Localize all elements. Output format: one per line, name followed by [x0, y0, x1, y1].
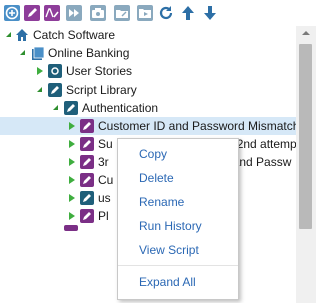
tree-node-label: Su — [98, 137, 113, 151]
expander-closed-icon[interactable] — [69, 122, 75, 130]
arrow-down-icon[interactable] — [202, 5, 218, 21]
rename-text-icon[interactable] — [44, 5, 60, 21]
expander-closed-icon[interactable] — [69, 194, 75, 202]
expander-closed-icon[interactable] — [69, 212, 75, 220]
tree-node-label: Cu — [98, 173, 114, 187]
menu-item-rename[interactable]: Rename — [139, 195, 184, 209]
toolbar — [0, 0, 316, 26]
tree-node-label: Script Library — [66, 83, 137, 97]
edit-pencil-icon[interactable] — [24, 5, 40, 21]
tree-node-label: us — [98, 191, 111, 205]
context-menu: Copy Delete Rename Run History View Scri… — [117, 138, 239, 300]
menu-item-view-script[interactable]: View Script — [139, 243, 199, 257]
menu-item-expand-all[interactable]: Expand All — [139, 275, 196, 289]
expander-closed-icon[interactable] — [69, 176, 75, 184]
script-folder-icon — [64, 101, 78, 115]
scroll-up-arrow-icon[interactable] — [296, 26, 316, 40]
story-folder-icon — [48, 64, 62, 78]
script-pencil-icon — [80, 119, 94, 133]
tree-node-label: Authentication — [82, 101, 159, 115]
script-pencil-icon — [80, 191, 94, 205]
expander-closed-icon[interactable] — [37, 67, 43, 75]
fast-forward-icon[interactable] — [66, 5, 82, 21]
script-folder-icon — [48, 83, 62, 97]
folder-play-icon[interactable] — [137, 5, 153, 21]
script-pencil-icon — [80, 209, 94, 223]
tree-node-user-stories[interactable]: User Stories — [0, 62, 296, 80]
camera-icon[interactable] — [90, 5, 106, 21]
tree-node-label: Pl — [98, 209, 109, 223]
tree-node-script-library[interactable]: Script Library — [0, 81, 296, 99]
tree-node-authentication[interactable]: Authentication — [0, 99, 296, 117]
expander-open-icon[interactable] — [20, 50, 25, 55]
expander-closed-icon[interactable] — [69, 158, 75, 166]
tree-node-label: User Stories — [66, 64, 133, 78]
tree-node-catch-software[interactable]: Catch Software — [0, 26, 296, 44]
expander-open-icon[interactable] — [6, 32, 11, 37]
arrow-up-icon[interactable] — [180, 5, 196, 21]
add-circle-icon[interactable] — [4, 5, 20, 21]
project-icon — [31, 46, 45, 60]
script-pencil-icon — [80, 173, 94, 187]
script-pencil-icon — [80, 155, 94, 169]
menu-item-run-history[interactable]: Run History — [139, 219, 202, 233]
scrollbar-thumb[interactable] — [299, 44, 312, 229]
tree-node-script-selected[interactable]: Customer ID and Password Mismatched — [0, 117, 296, 135]
menu-separator — [118, 265, 238, 266]
expander-open-icon[interactable] — [37, 87, 42, 92]
refresh-icon[interactable] — [158, 5, 174, 21]
script-pencil-icon — [64, 225, 78, 231]
tree-node-online-banking[interactable]: Online Banking — [0, 44, 296, 62]
home-icon — [15, 28, 29, 42]
expander-closed-icon[interactable] — [69, 140, 75, 148]
menu-item-copy[interactable]: Copy — [139, 147, 167, 161]
tree-node-label: Online Banking — [48, 46, 130, 60]
tree-node-label: Catch Software — [33, 28, 116, 42]
folder-open-icon[interactable] — [114, 5, 130, 21]
script-pencil-icon — [80, 137, 94, 151]
menu-item-delete[interactable]: Delete — [139, 171, 174, 185]
expander-open-icon[interactable] — [53, 105, 58, 110]
tree-node-label: Customer ID and Password Mismatched — [98, 119, 296, 133]
tree-node-label: 3r — [98, 155, 109, 169]
